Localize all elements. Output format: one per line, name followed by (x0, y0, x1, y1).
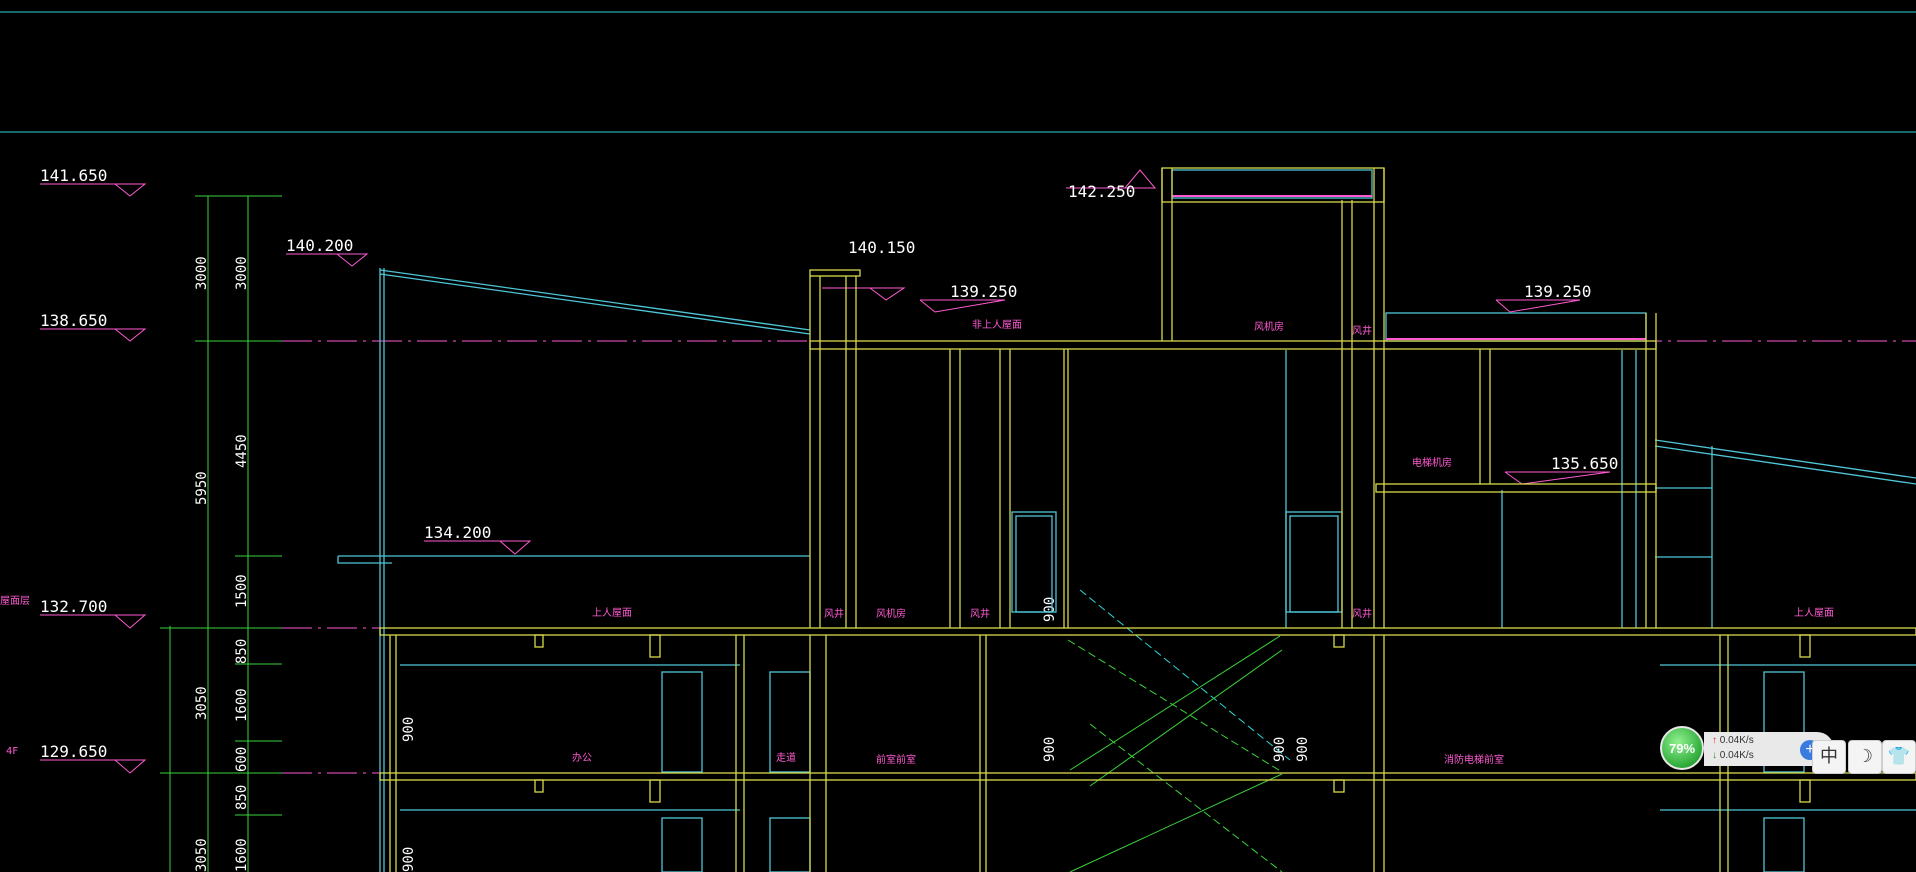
level-141650: 141.650 (40, 166, 107, 185)
dim-900-c: 900 (1042, 737, 1058, 762)
room-access-roof-left: 上人屋面 (592, 607, 632, 619)
level-139250-b: 139.250 (1524, 282, 1591, 301)
level-139250-a: 139.250 (950, 282, 1017, 301)
level-129650: 129.650 (40, 742, 107, 761)
dim-3050-a: 3050 (194, 686, 210, 720)
room-shaft-1: 风井 (824, 607, 844, 620)
dim-1600-a: 1600 (234, 688, 250, 722)
floor-tag-4f: 4F (6, 746, 18, 757)
dim-4450: 4450 (234, 434, 250, 468)
memory-percent-badge[interactable]: 79% (1660, 726, 1704, 770)
level-135650: 135.650 (1551, 454, 1618, 473)
dim-1500: 1500 (234, 574, 250, 608)
dim-3000-b: 3000 (234, 256, 250, 290)
level-140150: 140.150 (848, 238, 915, 257)
dim-850-a: 850 (234, 639, 250, 664)
room-fire-lift-lobby: 消防电梯前室 (1444, 753, 1504, 766)
dim-900-d: 900 (1272, 737, 1288, 762)
cad-section-drawing[interactable]: 141.650 138.650 132.700 129.650 140.200 … (0, 0, 1916, 872)
room-fan-room: 风机房 (876, 607, 906, 620)
room-elevator-machine: 电梯机房 (1412, 456, 1452, 469)
room-corridor: 走道 (776, 751, 796, 764)
room-shaft-2: 风井 (970, 607, 990, 620)
dim-600: 600 (234, 747, 250, 772)
chinese-input-icon[interactable]: 中 (1812, 740, 1846, 774)
dim-900-e: 900 (1295, 737, 1311, 762)
room-fan-room-top: 风机房 (1254, 320, 1284, 333)
level-134200: 134.200 (424, 523, 491, 542)
room-shaft-3: 风井 (1352, 607, 1372, 620)
level-132700: 132.700 (40, 597, 107, 616)
room-access-roof-right: 上人屋面 (1794, 607, 1834, 619)
dim-1600-b: 1600 (234, 838, 250, 872)
moon-icon[interactable]: ☽ (1848, 740, 1882, 774)
shirt-icon[interactable]: 👕 (1882, 740, 1916, 774)
level-140200: 140.200 (286, 236, 353, 255)
floor-tag-roof: 屋面层 (0, 595, 30, 607)
dim-850-b: 850 (234, 785, 250, 810)
download-arrow-icon: ↓ (1712, 750, 1717, 761)
dim-5950: 5950 (194, 471, 210, 505)
room-shaft-top: 风井 (1352, 324, 1372, 337)
level-138650: 138.650 (40, 311, 107, 330)
room-anteroom: 前室前室 (876, 753, 916, 766)
download-speed: 0.04K/s (1719, 750, 1754, 761)
network-monitor-widget[interactable]: 79% ↑ 0.04K/s ↓ 0.04K/s + 中 ☽ 👕 (1660, 726, 1916, 786)
dim-3050-b: 3050 (194, 838, 210, 872)
level-142250: 142.250 (1068, 182, 1135, 201)
upload-speed: 0.04K/s (1719, 735, 1754, 746)
dim-3000-a: 3000 (194, 256, 210, 290)
room-office: 办公 (572, 751, 592, 764)
room-nonaccess-roof: 非上人屋面 (972, 319, 1022, 331)
upload-arrow-icon: ↑ (1712, 735, 1717, 746)
dim-900-a: 900 (401, 717, 417, 742)
dim-900-f: 900 (401, 847, 417, 872)
